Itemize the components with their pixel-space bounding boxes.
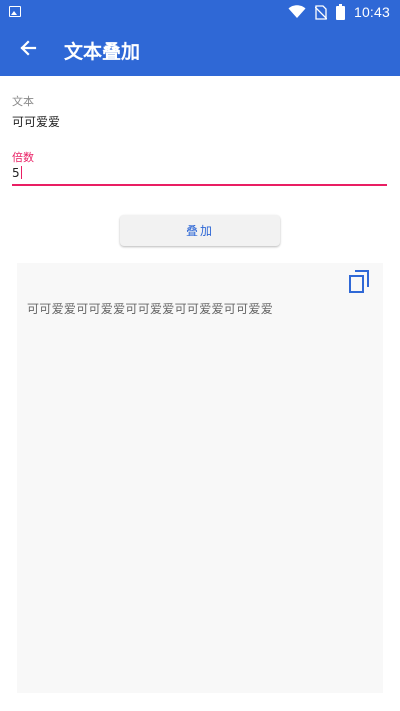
times-field-label: 倍数	[12, 151, 34, 164]
battery-icon	[335, 4, 345, 20]
copy-button[interactable]	[347, 269, 371, 295]
times-input[interactable]: 5	[12, 166, 387, 186]
wifi-icon	[288, 5, 306, 19]
status-bar: 10:43	[0, 0, 400, 24]
result-card: 可可爱爱可可爱爱可可爱爱可可爱爱可可爱爱	[17, 263, 383, 693]
no-sim-icon	[314, 4, 327, 20]
copy-icon	[347, 270, 371, 299]
text-field-label: 文本	[12, 95, 34, 108]
times-input-value: 5	[12, 166, 20, 180]
page-title: 文本叠加	[64, 41, 141, 63]
arrow-back-icon	[19, 39, 37, 61]
app-bar: 文本叠加	[0, 24, 400, 76]
back-button[interactable]	[10, 32, 46, 68]
result-text: 可可爱爱可可爱爱可可爱爱可可爱爱可可爱爱	[27, 302, 274, 316]
status-time: 10:43	[353, 4, 390, 20]
image-icon	[9, 6, 21, 17]
text-caret	[20, 166, 22, 179]
status-icons: 10:43	[288, 3, 390, 21]
overlay-button[interactable]: 叠加	[120, 215, 280, 246]
text-field-value[interactable]: 可可爱爱	[12, 113, 60, 130]
